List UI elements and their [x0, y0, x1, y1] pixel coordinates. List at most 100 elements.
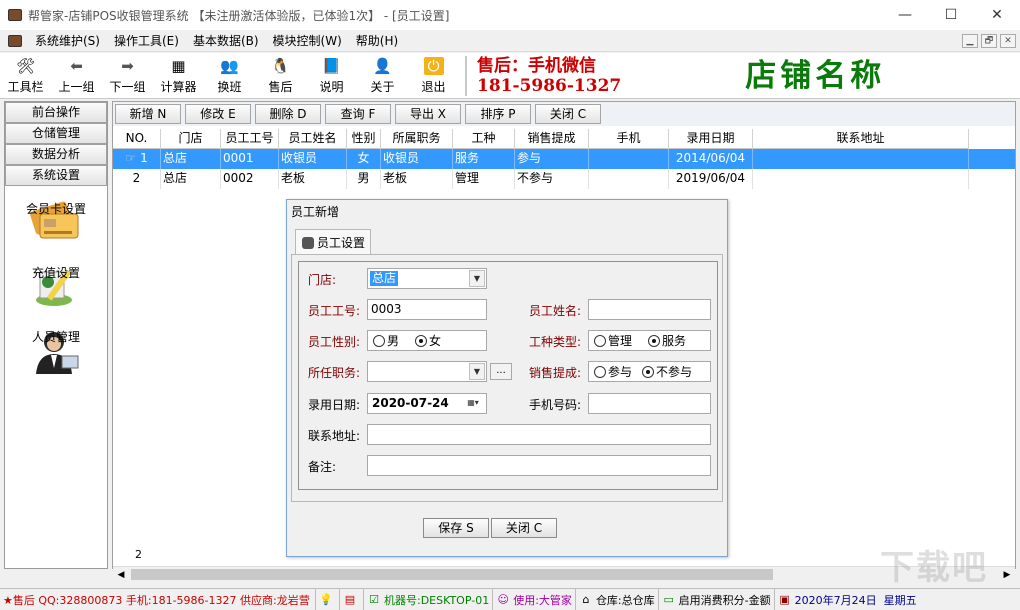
- edit-button[interactable]: 修改 E: [185, 104, 251, 124]
- table-row[interactable]: ☞ 1 总店 0001 收银员 女 收银员 服务 参与 2014/06/04: [113, 149, 1015, 169]
- add-button[interactable]: 新增 N: [115, 104, 181, 124]
- scroll-thumb[interactable]: [131, 569, 773, 580]
- toolbar-calculator-button[interactable]: ▦ 计算器: [153, 53, 204, 99]
- toolbar-aftersale-button[interactable]: 🐧 售后: [255, 53, 306, 99]
- dialog-body: 门店: 总店 ▼ 员工工号: 0003 员工姓名: 员工性别: 男 女 工种类型…: [291, 254, 723, 502]
- store-label: 门店:: [308, 273, 337, 287]
- col-no[interactable]: NO.: [113, 129, 161, 149]
- position-value: [370, 364, 374, 379]
- delete-button[interactable]: 删除 D: [255, 104, 321, 124]
- col-phone[interactable]: 手机: [589, 129, 669, 149]
- work-type-service-radio[interactable]: [648, 334, 661, 347]
- maximize-button[interactable]: ☐: [928, 0, 974, 30]
- toolbar-toolbox-button[interactable]: 🛠 工具栏: [0, 53, 51, 99]
- hire-date-picker[interactable]: 2020-07-24 ▦▾: [367, 393, 487, 414]
- status-points-text: 启用消费积分-金额: [678, 593, 771, 607]
- chevron-down-icon[interactable]: ▼: [469, 363, 485, 380]
- col-position[interactable]: 所属职务: [381, 129, 453, 149]
- scroll-right-icon[interactable]: ▶: [999, 570, 1015, 580]
- toolbar-manual-button[interactable]: 📘 说明: [306, 53, 357, 99]
- nav-analysis[interactable]: 数据分析: [5, 144, 107, 165]
- gender-female-label[interactable]: 女: [429, 332, 441, 349]
- table-row[interactable]: 2 总店 0002 老板 男 老板 管理 不参与 2019/06/04: [113, 169, 1015, 189]
- col-emp-no[interactable]: 员工工号: [221, 129, 279, 149]
- toolbar-shift-button[interactable]: 👥 换班: [204, 53, 255, 99]
- query-button[interactable]: 查询 F: [325, 104, 391, 124]
- save-button[interactable]: 保存 S: [423, 518, 489, 538]
- address-field[interactable]: [367, 424, 711, 445]
- menu-module[interactable]: 模块控制(W): [266, 32, 349, 49]
- mdi-minimize-button[interactable]: ▁: [962, 33, 978, 48]
- tab-employee-settings[interactable]: 员工设置: [295, 229, 371, 255]
- status-print: ▤: [340, 589, 364, 610]
- emp-name-field[interactable]: [588, 299, 711, 320]
- export-button[interactable]: 导出 X: [395, 104, 461, 124]
- commission-join-label[interactable]: 参与: [608, 363, 632, 380]
- toolbar-about-button[interactable]: 👤 关于: [357, 53, 408, 99]
- cell-emp-no: 0001: [221, 149, 279, 169]
- mdi-close-button[interactable]: ✕: [1000, 33, 1016, 48]
- close-list-button[interactable]: 关闭 C: [535, 104, 601, 124]
- status-user-text: 使用:大管家: [513, 593, 572, 607]
- gender-male-radio[interactable]: [373, 334, 385, 347]
- toolbar-exit-button[interactable]: ⏻ 退出: [408, 53, 459, 99]
- status-bar: ★售后 QQ:328800873 手机:181-5986-1327 供应商:龙岩…: [0, 588, 1020, 610]
- menu-basic-data[interactable]: 基本数据(B): [186, 32, 266, 49]
- close-button[interactable]: ✕: [974, 0, 1020, 30]
- mdi-restore-button[interactable]: 🗗: [981, 33, 997, 48]
- hire-date-label: 录用日期:: [308, 398, 361, 412]
- work-type-service-label[interactable]: 服务: [662, 332, 686, 349]
- work-type-manage-radio[interactable]: [594, 334, 606, 347]
- menu-help[interactable]: 帮助(H): [349, 32, 405, 49]
- gender-female-radio[interactable]: [415, 334, 428, 347]
- menu-system[interactable]: 系统维护(S): [28, 32, 107, 49]
- col-address[interactable]: 联系地址: [753, 129, 969, 149]
- toolbar-label: 退出: [421, 80, 446, 94]
- arrow-left-icon: ⬅: [70, 57, 83, 75]
- status-warehouse: ⌂ 仓库:总仓库: [576, 589, 659, 610]
- nav-front-desk[interactable]: 前台操作: [5, 102, 107, 123]
- toolbar-prev-group-button[interactable]: ⬅ 上一组: [51, 53, 102, 99]
- col-emp-name[interactable]: 员工姓名: [279, 129, 347, 149]
- gender-male-label[interactable]: 男: [387, 332, 399, 349]
- commission-nojoin-label[interactable]: 不参与: [656, 363, 692, 380]
- col-store[interactable]: 门店: [161, 129, 221, 149]
- promo-line1: 售后：手机微信: [477, 55, 596, 76]
- sort-button[interactable]: 排序 P: [465, 104, 531, 124]
- employee-add-dialog: 员工新增 员工设置 门店: 总店 ▼ 员工工号: 0003 员工姓名: 员工性别…: [286, 199, 728, 557]
- member-card-settings[interactable]: 会员卡设置: [5, 200, 107, 250]
- position-select[interactable]: ▼: [367, 361, 487, 382]
- nav-system-settings[interactable]: 系统设置: [5, 165, 107, 186]
- cell-emp-name: 收银员: [279, 149, 347, 169]
- emp-no-field[interactable]: 0003: [367, 299, 487, 320]
- menu-tools[interactable]: 操作工具(E): [107, 32, 186, 49]
- col-commission[interactable]: 销售提成: [515, 129, 589, 149]
- minimize-button[interactable]: —: [882, 0, 928, 30]
- toolbar-next-group-button[interactable]: ➡ 下一组: [102, 53, 153, 99]
- staff-management[interactable]: 人员管理: [5, 328, 107, 378]
- status-tip: 💡: [316, 589, 340, 610]
- remark-field[interactable]: [367, 455, 711, 476]
- person-card-icon: 👤: [373, 57, 392, 75]
- commission-join-radio[interactable]: [594, 365, 606, 378]
- scroll-left-icon[interactable]: ◀: [113, 570, 129, 580]
- col-gender[interactable]: 性别: [347, 129, 381, 149]
- cell-emp-no: 0002: [221, 169, 279, 189]
- dialog-close-button[interactable]: 关闭 C: [491, 518, 557, 538]
- phone-field[interactable]: [588, 393, 711, 414]
- store-select[interactable]: 总店 ▼: [367, 268, 487, 289]
- position-browse-button[interactable]: ...: [490, 363, 512, 380]
- cell-store: 总店: [161, 169, 221, 189]
- work-type-manage-label[interactable]: 管理: [608, 332, 632, 349]
- chevron-down-icon[interactable]: ▼: [469, 270, 485, 287]
- col-work-type[interactable]: 工种: [453, 129, 515, 149]
- recharge-settings[interactable]: 充值设置: [5, 264, 107, 314]
- col-hire-date[interactable]: 录用日期: [669, 129, 753, 149]
- nav-warehouse[interactable]: 仓储管理: [5, 123, 107, 144]
- menu-bar: 系统维护(S) 操作工具(E) 基本数据(B) 模块控制(W) 帮助(H) ▁ …: [0, 30, 1020, 52]
- status-machine: ☑ 机器号:DESKTOP-01: [364, 589, 494, 610]
- calendar-icon[interactable]: ▦▾: [461, 395, 485, 412]
- cell-work-type: 服务: [453, 149, 515, 169]
- commission-nojoin-radio[interactable]: [642, 365, 655, 378]
- toolbar: 🛠 工具栏 ⬅ 上一组 ➡ 下一组 ▦ 计算器 👥 换班 🐧 售后 📘 说明 👤 关于 ⏻ 退出 …: [0, 53, 1020, 99]
